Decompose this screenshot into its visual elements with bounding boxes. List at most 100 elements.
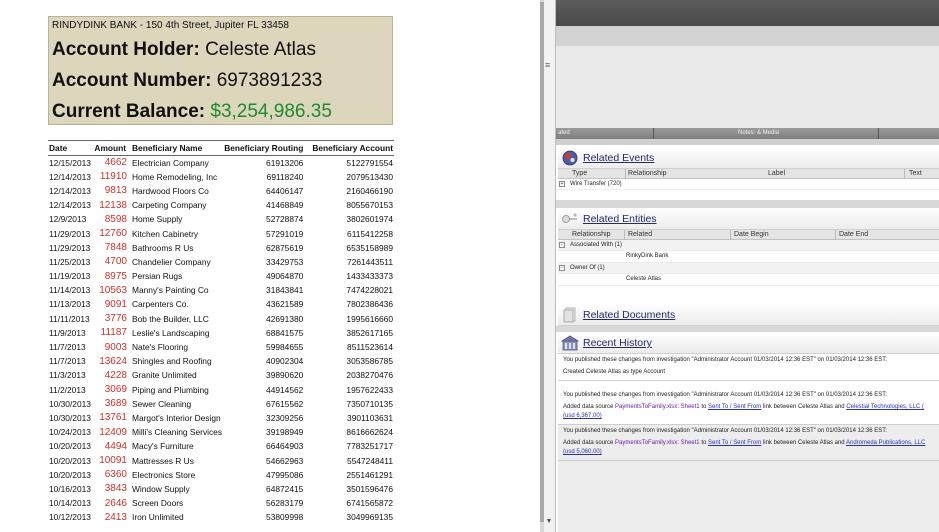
events-col-type[interactable]: Type (572, 170, 587, 177)
transaction-row: 10/20/2013 6360 Electronics Store 47995086 2… (48, 468, 394, 482)
expand-plus-icon[interactable]: + (559, 181, 565, 187)
entities-col-relationship[interactable]: Relationship (572, 231, 611, 238)
cell-beneficiary-routing: 62875619 (266, 242, 304, 253)
transaction-row: 10/24/2013 12409 Milli's Cleaning Services… (48, 425, 394, 439)
entity-group-row[interactable]: − Associated With (1) (558, 240, 939, 251)
cell-beneficiary-routing: 56283179 (266, 498, 304, 509)
panel-header-area (556, 46, 939, 128)
data-source-name[interactable]: PaymentsToFamily.xlsx: Sheet1 (615, 404, 700, 410)
collapse-minus-icon[interactable]: − (559, 242, 565, 248)
transaction-row: 10/30/2013 3689 Sewer Cleaning 67615562 7350… (48, 397, 394, 411)
cell-date: 10/20/2013 (49, 455, 91, 466)
cell-beneficiary-account: 3049969135 (346, 512, 393, 523)
history-text: to (701, 404, 707, 410)
cell-beneficiary-name: Kitchen Cabinetry (132, 228, 199, 239)
cell-beneficiary-account: 7802386436 (346, 299, 393, 310)
entity-child-row[interactable]: Celeste Atlas (558, 274, 939, 286)
cell-beneficiary-routing: 33429753 (266, 256, 304, 267)
data-source-name[interactable]: PaymentsToFamily.xlsx: Sheet1 (615, 440, 700, 446)
entity-group-row[interactable]: − Owner Of (1) (558, 263, 939, 274)
panel-tab-strip (556, 26, 939, 46)
link-type-link[interactable]: Sent To / Sent From (708, 440, 761, 446)
related-documents-title[interactable]: Related Documents (583, 309, 675, 321)
related-entities-title[interactable]: Related Entities (583, 213, 657, 225)
current-balance-label: Current Balance: (52, 101, 206, 122)
cell-beneficiary-account: 3901103631 (347, 412, 393, 423)
cell-beneficiary-account: 3852617165 (346, 327, 393, 338)
cell-amount: 13624 (99, 355, 127, 367)
col-date: Date (48, 140, 94, 156)
scroll-down-arrow-icon[interactable]: ▼ (545, 518, 553, 526)
cell-beneficiary-routing: 54662963 (266, 455, 304, 466)
event-group-row[interactable]: + Wire Transfer (720) (558, 179, 939, 190)
splitter-grip-icon[interactable]: ≡ (545, 60, 550, 70)
transaction-row: 11/29/2013 7848 Bathrooms R Us 62875619 6535… (48, 241, 394, 255)
app-window: RINDYDINK BANK - 150 4th Street, Jupiter… (0, 0, 939, 532)
cell-beneficiary-routing: 59984655 (266, 342, 304, 353)
cell-date: 10/20/2013 (49, 441, 91, 452)
entity-related-name: RinkyDink Bank (626, 253, 669, 259)
cell-amount: 4700 (104, 256, 127, 268)
cell-amount: 10091 (99, 455, 127, 467)
history-text: link between Celeste Atlas and (762, 404, 845, 410)
cell-beneficiary-routing: 53809998 (266, 512, 304, 523)
amount-link[interactable]: (usd 6,367.00) (563, 412, 934, 421)
cell-amount: 8975 (104, 270, 127, 282)
related-documents-section: Related Documents (558, 304, 939, 326)
transaction-row: 12/9/2013 8598 Home Supply 52728874 38026019… (48, 212, 394, 226)
entities-col-date-end[interactable]: Date End (839, 231, 868, 238)
target-entity-link[interactable]: Andromeda Publications, LLC (846, 440, 925, 446)
cell-date: 11/3/2013 (49, 370, 86, 381)
events-col-text[interactable]: Text (909, 170, 922, 177)
target-entity-link[interactable]: Celestial Technologies, LLC ( (846, 404, 924, 410)
cell-beneficiary-account: 8616662624 (346, 427, 393, 438)
transaction-row: 11/25/2013 4700 Chandelier Company 33429753… (48, 255, 394, 269)
collapse-minus-icon[interactable]: − (559, 265, 565, 271)
cell-date: 10/30/2013 (49, 398, 91, 409)
recent-history-title[interactable]: Recent History (583, 337, 652, 349)
cell-beneficiary-name: Bob the Builder, LLC (132, 313, 209, 324)
amount-link[interactable]: (usd 5,060.00) (563, 448, 934, 457)
cell-date: 10/30/2013 (49, 412, 91, 423)
cell-beneficiary-account: 8511523614 (347, 342, 393, 353)
column-divider (878, 128, 879, 139)
link-type-link[interactable]: Sent To / Sent From (708, 404, 761, 410)
cell-beneficiary-account: 3501596476 (346, 483, 393, 494)
cell-beneficiary-name: Screen Doors (132, 498, 184, 509)
cell-date: 11/7/2013 (49, 356, 86, 367)
entity-child-row[interactable]: RinkyDink Bank (558, 251, 939, 263)
related-events-title[interactable]: Related Events (583, 152, 654, 164)
column-divider (653, 128, 654, 139)
cell-amount: 3069 (104, 384, 127, 396)
cell-beneficiary-name: Iron Unlimited (132, 512, 184, 523)
entity-details-panel: ated Notes: & Media Related Events Type … (556, 0, 939, 532)
cell-amount: 12138 (99, 199, 127, 211)
cell-beneficiary-name: Manny's Painting Co (132, 285, 209, 296)
cell-beneficiary-name: Shingles and Roofing (132, 356, 212, 367)
related-entities-grid-header: Relationship Related Date Begin Date End (558, 230, 939, 240)
transaction-row: 12/15/2013 4662 Electrician Company 6191320… (48, 156, 394, 170)
cell-date: 10/24/2013 (49, 427, 91, 438)
column-divider (625, 169, 626, 179)
history-text: to (701, 440, 707, 446)
cell-beneficiary-account: 8055670153 (346, 200, 393, 211)
entities-col-related[interactable]: Related (628, 231, 652, 238)
entities-col-date-begin[interactable]: Date Begin (734, 231, 769, 238)
cell-amount: 13761 (99, 412, 127, 424)
column-divider (624, 230, 625, 240)
cell-beneficiary-name: Chandelier Company (132, 256, 211, 267)
document-scrollbar-thumb[interactable] (540, 2, 544, 522)
cell-date: 12/14/2013 (49, 171, 91, 182)
column-bar-notes-label[interactable]: Notes: & Media (738, 130, 779, 136)
cell-amount: 11187 (100, 327, 127, 339)
entity-group-label: Owner Of (1) (570, 265, 605, 271)
transaction-row: 10/30/2013 13761 Margot's Interior Design 3… (48, 411, 394, 425)
cell-beneficiary-name: Macy's Furniture (132, 441, 194, 452)
events-col-relationship[interactable]: Relationship (628, 170, 667, 177)
section-spacer (556, 139, 939, 145)
col-amount: Amount (93, 140, 131, 156)
cell-beneficiary-account: 2079513430 (346, 171, 393, 182)
events-col-label[interactable]: Label (768, 170, 785, 177)
cell-date: 12/14/2013 (49, 200, 91, 211)
history-entry-summary: You published these changes from investi… (563, 428, 887, 434)
